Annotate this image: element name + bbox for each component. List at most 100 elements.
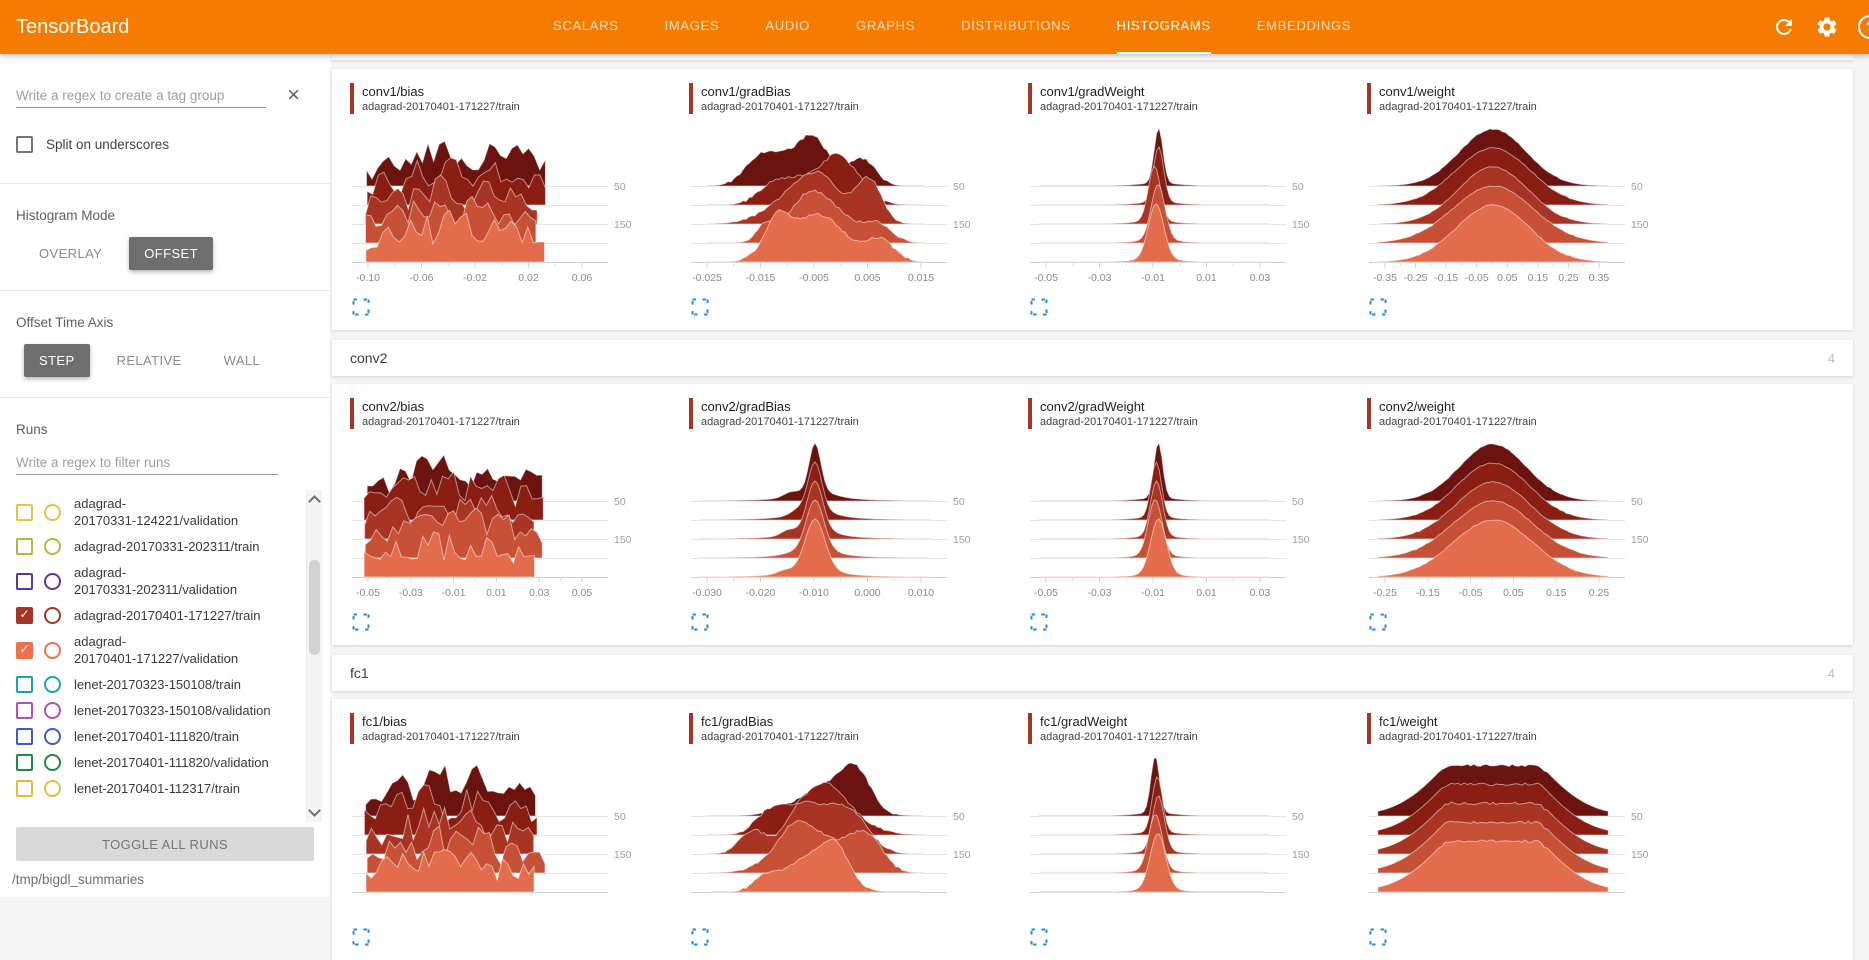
settings-icon[interactable] bbox=[1815, 15, 1839, 39]
run-item[interactable]: adagrad-20170331-124221/validation bbox=[16, 495, 296, 529]
run-checkbox[interactable] bbox=[16, 702, 33, 719]
run-checkbox[interactable]: ✓ bbox=[16, 642, 33, 659]
run-radio-icon[interactable] bbox=[44, 538, 61, 555]
mode-offset-button[interactable]: OFFSET bbox=[129, 237, 213, 270]
svg-text:50: 50 bbox=[1631, 811, 1643, 823]
section-header-fc1[interactable]: fc14 bbox=[332, 655, 1853, 691]
axis-relative-button[interactable]: RELATIVE bbox=[102, 344, 197, 377]
histogram-title: fc1/gradWeight bbox=[1040, 713, 1328, 730]
run-item[interactable]: ✓adagrad-20170401-171227/train bbox=[16, 607, 296, 624]
svg-text:150: 150 bbox=[614, 534, 632, 546]
run-radio-icon[interactable] bbox=[44, 728, 61, 745]
expand-icon[interactable] bbox=[1369, 298, 1387, 316]
run-item[interactable]: lenet-20170401-111820/train bbox=[16, 728, 296, 745]
histogram-chart: 50150 bbox=[689, 754, 989, 920]
expand-icon[interactable] bbox=[352, 613, 370, 631]
expand-icon[interactable] bbox=[1030, 613, 1048, 631]
refresh-icon[interactable] bbox=[1772, 15, 1796, 39]
expand-icon[interactable] bbox=[1369, 928, 1387, 946]
run-radio-icon[interactable] bbox=[44, 607, 61, 624]
run-checkbox[interactable] bbox=[16, 780, 33, 797]
histogram-panel-fc1-gradWeight: fc1/gradWeightadagrad-20170401-171227/tr… bbox=[1028, 713, 1328, 946]
run-checkbox[interactable] bbox=[16, 504, 33, 521]
expand-icon[interactable] bbox=[691, 298, 709, 316]
run-item[interactable]: adagrad-20170331-202311/validation bbox=[16, 564, 296, 598]
scroll-down-icon[interactable] bbox=[308, 804, 321, 817]
expand-icon[interactable] bbox=[352, 298, 370, 316]
run-checkbox[interactable] bbox=[16, 538, 33, 555]
svg-text:0.05: 0.05 bbox=[1503, 587, 1524, 599]
svg-text:-0.01: -0.01 bbox=[1141, 587, 1165, 599]
run-radio-icon[interactable] bbox=[44, 642, 61, 659]
tab-scalars[interactable]: SCALARS bbox=[553, 0, 619, 54]
scrollbar-thumb[interactable] bbox=[309, 560, 320, 655]
svg-text:-0.25: -0.25 bbox=[1404, 272, 1428, 284]
run-item[interactable]: lenet-20170323-150108/validation bbox=[16, 702, 296, 719]
help-icon[interactable]: ? bbox=[1858, 15, 1869, 39]
divider bbox=[0, 290, 330, 291]
app-title: TensorBoard bbox=[16, 16, 129, 39]
svg-text:0.01: 0.01 bbox=[486, 587, 507, 599]
run-radio-icon[interactable] bbox=[44, 504, 61, 521]
section-header-conv2[interactable]: conv24 bbox=[332, 340, 1853, 376]
svg-text:-0.005: -0.005 bbox=[799, 272, 829, 284]
histogram-title: conv1/weight bbox=[1379, 83, 1667, 100]
run-radio-icon[interactable] bbox=[44, 754, 61, 771]
svg-text:-0.02: -0.02 bbox=[463, 272, 487, 284]
runs-filter-row bbox=[16, 451, 314, 475]
expand-icon[interactable] bbox=[1030, 928, 1048, 946]
runs-scrollbar[interactable] bbox=[306, 490, 322, 822]
run-checkbox[interactable] bbox=[16, 573, 33, 590]
expand-icon[interactable] bbox=[691, 613, 709, 631]
run-item[interactable]: adagrad-20170331-202311/train bbox=[16, 538, 296, 555]
run-label: adagrad-20170401-171227/validation bbox=[74, 633, 238, 667]
split-on-underscores-row[interactable]: Split on underscores bbox=[16, 136, 330, 153]
run-checkbox[interactable] bbox=[16, 728, 33, 745]
mode-overlay-button[interactable]: OVERLAY bbox=[24, 237, 117, 270]
histogram-run: adagrad-20170401-171227/train bbox=[1379, 730, 1667, 744]
run-checkbox[interactable] bbox=[16, 676, 33, 693]
tab-histograms[interactable]: HISTOGRAMS bbox=[1117, 0, 1211, 54]
histogram-chart: 50150 bbox=[1028, 754, 1328, 920]
section-run-count: 4 bbox=[1828, 666, 1835, 681]
tab-distributions[interactable]: DISTRIBUTIONS bbox=[961, 0, 1071, 54]
tab-audio[interactable]: AUDIO bbox=[765, 0, 810, 54]
svg-text:-0.015: -0.015 bbox=[746, 272, 776, 284]
tag-filter-input[interactable] bbox=[16, 84, 266, 108]
run-item[interactable]: lenet-20170401-111820/validation bbox=[16, 754, 296, 771]
svg-text:150: 150 bbox=[1292, 219, 1310, 231]
run-item[interactable]: lenet-20170323-150108/train bbox=[16, 676, 296, 693]
time-axis-buttons: STEP RELATIVE WALL bbox=[24, 344, 330, 377]
tab-embeddings[interactable]: EMBEDDINGS bbox=[1257, 0, 1351, 54]
histogram-panel-conv2-gradBias: conv2/gradBiasadagrad-20170401-171227/tr… bbox=[689, 398, 989, 631]
run-checkbox[interactable] bbox=[16, 754, 33, 771]
svg-text:0.15: 0.15 bbox=[1546, 587, 1567, 599]
svg-text:0.015: 0.015 bbox=[908, 272, 934, 284]
expand-icon[interactable] bbox=[352, 928, 370, 946]
axis-step-button[interactable]: STEP bbox=[24, 344, 90, 377]
svg-text:50: 50 bbox=[1631, 181, 1643, 193]
run-radio-icon[interactable] bbox=[44, 676, 61, 693]
run-label: adagrad-20170331-202311/validation bbox=[74, 564, 237, 598]
tab-images[interactable]: IMAGES bbox=[665, 0, 720, 54]
clear-icon[interactable]: × bbox=[287, 84, 300, 106]
run-checkbox[interactable]: ✓ bbox=[16, 607, 33, 624]
histogram-chart: -0.25-0.15-0.050.050.150.2550150 bbox=[1367, 439, 1667, 605]
run-radio-icon[interactable] bbox=[44, 780, 61, 797]
run-item[interactable]: ✓ adagrad-20170401-171227/validation bbox=[16, 633, 296, 667]
scroll-up-icon[interactable] bbox=[308, 495, 321, 508]
toggle-all-runs-button[interactable]: TOGGLE ALL RUNS bbox=[16, 827, 314, 861]
expand-icon[interactable] bbox=[1369, 613, 1387, 631]
svg-text:0.000: 0.000 bbox=[854, 587, 880, 599]
axis-wall-button[interactable]: WALL bbox=[209, 344, 276, 377]
run-radio-icon[interactable] bbox=[44, 573, 61, 590]
histogram-title: conv2/weight bbox=[1379, 398, 1667, 415]
tab-graphs[interactable]: GRAPHS bbox=[856, 0, 915, 54]
split-checkbox[interactable] bbox=[16, 136, 33, 153]
runs-filter-input[interactable] bbox=[16, 451, 278, 475]
svg-text:50: 50 bbox=[1292, 496, 1304, 508]
run-item[interactable]: lenet-20170401-112317/train bbox=[16, 780, 296, 797]
expand-icon[interactable] bbox=[691, 928, 709, 946]
expand-icon[interactable] bbox=[1030, 298, 1048, 316]
run-radio-icon[interactable] bbox=[44, 702, 61, 719]
